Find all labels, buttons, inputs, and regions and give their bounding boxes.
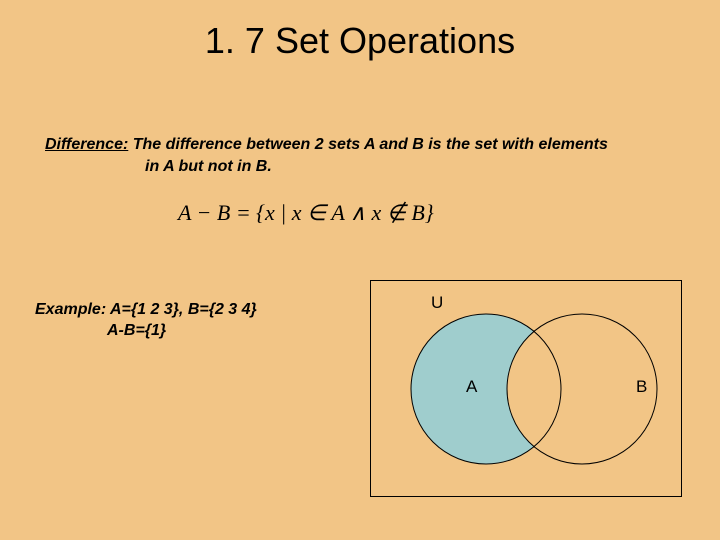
set-b-label: B (636, 377, 647, 397)
set-difference-formula: A − B = {x | x ∈ A ∧ x ∉ B} (178, 200, 434, 226)
venn-diagram (371, 281, 681, 496)
difference-region (411, 314, 561, 464)
example-text: Example: A={1 2 3}, B={2 3 4} A-B={1} (35, 300, 257, 342)
venn-diagram-box: U A B (370, 280, 682, 497)
definition-line2: in A but not in B. (45, 157, 680, 178)
set-a-label: A (466, 377, 477, 397)
definition-text: Difference: The difference between 2 set… (45, 135, 680, 178)
example-line1: Example: A={1 2 3}, B={2 3 4} (35, 301, 257, 318)
definition-rest: The difference between 2 sets A and B is… (128, 136, 608, 153)
universal-set-label: U (431, 293, 443, 313)
example-line2: A-B={1} (35, 321, 257, 342)
slide-title: 1. 7 Set Operations (0, 0, 720, 62)
definition-term: Difference: (45, 136, 128, 153)
